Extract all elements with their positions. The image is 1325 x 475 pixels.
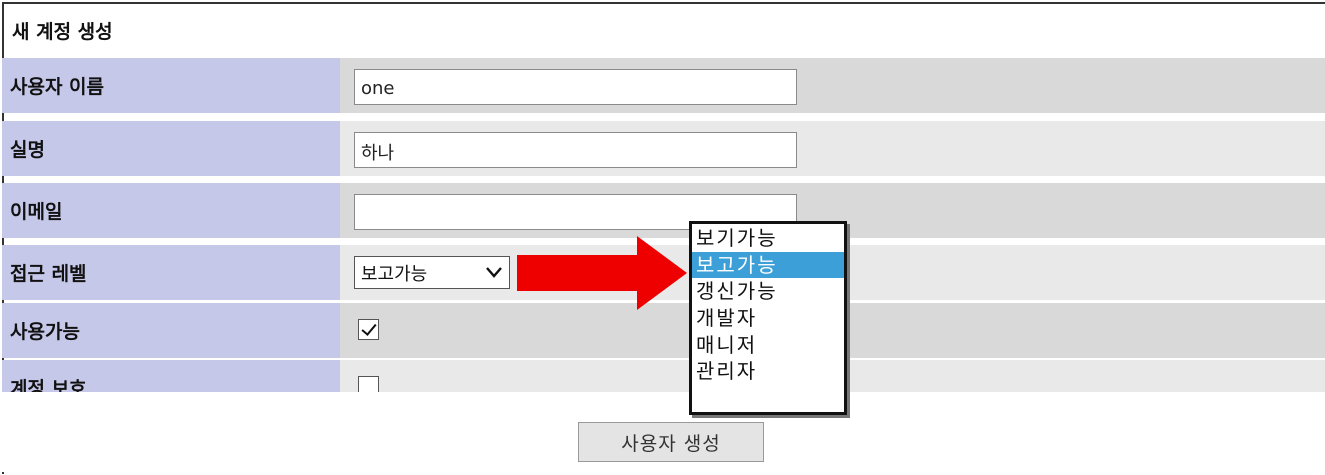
username-input[interactable]: one [354,69,797,105]
dropdown-option-manager[interactable]: 매니저 [692,332,844,359]
chevron-down-icon [486,267,502,278]
username-cell: one [340,58,1325,113]
create-user-button[interactable]: 사용자 생성 [578,422,764,462]
dropdown-option-update[interactable]: 갱신가능 [692,278,844,305]
dropdown-option-developer[interactable]: 개발자 [692,305,844,332]
fullname-label: 실명 [2,121,340,176]
fullname-cell: 하나 [340,121,1325,176]
access-level-selected: 보고가능 [361,263,428,285]
red-arrow-icon [517,236,687,310]
access-level-select[interactable]: 보고가능 [354,256,510,289]
username-label: 사용자 이름 [2,58,340,113]
row-fullname: 실명 하나 [2,121,1325,176]
dropdown-option-report[interactable]: 보고가능 [692,251,844,279]
row-username: 사용자 이름 one [2,58,1325,113]
row-enabled: 사용가능 [2,303,1325,358]
dropdown-option-admin[interactable]: 관리자 [692,358,844,385]
enabled-label: 사용가능 [2,303,340,358]
email-label: 이메일 [2,183,340,238]
row-email: 이메일 [2,183,1325,238]
access-level-dropdown: 보기가능 보고가능 갱신가능 개발자 매니저 관리자 [689,221,847,415]
access-level-label: 접근 레벨 [2,245,340,300]
form-footer: 사용자 생성 [2,392,1325,472]
enabled-checkbox[interactable] [358,319,379,340]
dropdown-option-view[interactable]: 보기가능 [692,225,844,252]
form-title: 새 계정 생성 [12,21,113,43]
fullname-input[interactable]: 하나 [354,132,797,168]
